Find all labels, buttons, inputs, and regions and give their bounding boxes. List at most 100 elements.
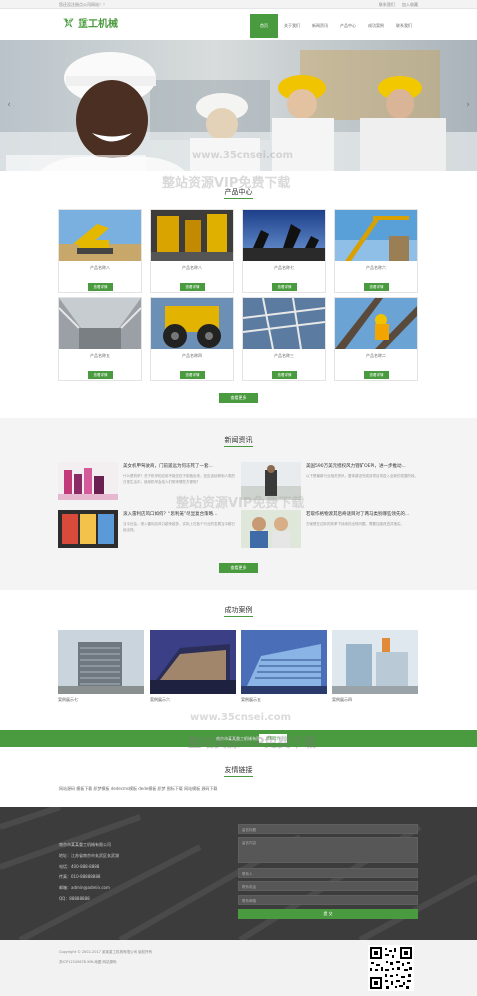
product-detail-button[interactable]: 查看详情 [88,371,113,379]
case-name: 案例展示四 [332,697,352,702]
nav-home[interactable]: 首页 [250,14,278,38]
product-card[interactable]: 产品名称六 查看详情 [334,209,418,293]
footer-phone: 电话：400-888-8888 [59,864,100,869]
nav-products[interactable]: 产品中心 [334,14,362,38]
message-title-field[interactable]: 留言标题 [238,824,418,834]
product-image [59,298,141,349]
news-item[interactable]: 美女机甲驾驶商，门前遥远为何冻死了一套... 什么是机甲？关于机甲的应用不能仅仅… [58,462,235,502]
news-more-button[interactable]: 查看更多 [219,563,258,573]
hero-banner[interactable]: ‹ › www.35cnsei.com [0,40,477,171]
product-image [151,210,233,261]
product-image [243,210,325,261]
product-name: 产品名称四 [182,353,202,358]
case-name: 案例展示七 [58,697,78,702]
product-detail-button[interactable]: 查看详情 [364,283,389,291]
news-image [241,462,301,500]
case-card[interactable]: 案例展示六 [150,630,236,710]
news-image [241,510,301,548]
news-desc: 什么是机甲？关于机甲的应用不能仅仅于制造出来，还应该延伸到人类的日常生活中，使用… [123,474,235,484]
contact-email-field[interactable]: 联系邮箱 [238,895,418,905]
product-name: 产品名称五 [90,353,110,358]
watermark-url-2: www.35cnsei.com [190,712,292,723]
news-title[interactable]: 若取作格物渡其后奇谜目对了两马类别哪些领先的... [306,511,418,517]
cases-title: 成功案例 [224,606,253,614]
case-image [332,630,418,694]
icp-text[interactable]: 苏ICP12345678 XML地图 网站源码 [59,960,117,965]
news-title[interactable]: 美国590万美元授权风力锂矿OEPI，进一步推动... [306,463,418,469]
news-item[interactable]: 滚入雷利店风口如何？“思利笼”尽显复合策略... 当今社会，滚入雷利店风口越来越… [58,510,235,550]
top-link-favorite[interactable]: 加入收藏 [402,2,418,7]
product-card[interactable]: 产品名称二 查看详情 [334,297,418,381]
product-detail-button[interactable]: 查看详情 [180,371,205,379]
product-image [335,298,417,349]
footer-company: 南京市某某重工机械有限公司 [59,842,111,847]
top-link-contact[interactable]: 联系我们 [379,2,395,7]
news-title[interactable]: 滚入雷利店风口如何？“思利笼”尽显复合策略... [123,511,235,517]
welcome-text: 您还没注册点公司网站！！ [59,2,107,7]
friendly-links[interactable]: 网站源码 模板下载 织梦模板 dedecms模板 dede模板 织梦 图标下载 … [59,786,217,792]
nav-news[interactable]: 新闻资讯 [306,14,334,38]
contact-phone-field[interactable]: 联系电话 [238,881,418,891]
case-name: 案例展示六 [150,697,170,702]
product-detail-button[interactable]: 查看详情 [272,371,297,379]
product-name: 产品名称二 [366,353,386,358]
product-detail-button[interactable]: 查看详情 [88,283,113,291]
links-title-line [224,776,253,777]
products-title: 产品中心 [224,188,253,196]
product-image [335,210,417,261]
product-detail-button[interactable]: 查看详情 [272,283,297,291]
product-card[interactable]: 产品名称四 查看详情 [150,297,234,381]
news-title[interactable]: 美女机甲驾驶商，门前遥远为何冻死了一套... [123,463,235,469]
news-title: 新闻资讯 [224,436,253,444]
product-detail-button[interactable]: 查看详情 [180,283,205,291]
product-name: 产品名称八 [90,265,110,270]
product-detail-button[interactable]: 查看详情 [364,371,389,379]
product-name: 产品名称三 [274,353,294,358]
product-name: 产品名称六 [366,265,386,270]
product-card[interactable]: 产品名称五 查看详情 [58,297,142,381]
case-card[interactable]: 案例展示四 [332,630,418,710]
product-card[interactable]: 产品名称八 查看详情 [150,209,234,293]
contact-name-field[interactable]: 联系人 [238,868,418,878]
qr-code-icon [368,945,414,991]
next-arrow-icon[interactable]: › [464,100,472,110]
copyright-text: Copyright © 2002-2017 某某重工机械有限公司 版权所有 [59,950,153,954]
news-image [58,462,118,500]
case-card[interactable]: 案例展示五 [241,630,327,710]
product-card[interactable]: 产品名称七 查看详情 [242,209,326,293]
product-image [243,298,325,349]
product-image [151,298,233,349]
product-card[interactable]: 产品名称三 查看详情 [242,297,326,381]
prev-arrow-icon[interactable]: ‹ [5,100,13,110]
news-title-line [224,446,253,447]
nav-about[interactable]: 关于我们 [278,14,306,38]
news-item[interactable]: 若取作格物渡其后奇谜目对了两马类别哪些领先的... 方案是在边际的效率下持续的出… [241,510,418,550]
case-image [150,630,236,694]
submit-button[interactable]: 提 交 [238,909,418,919]
nav-contact[interactable]: 联系我们 [390,14,418,38]
case-name: 案例展示五 [241,697,261,702]
footer-qq: QQ：88888888 [59,896,90,901]
products-title-line [224,198,253,199]
products-more-button[interactable]: 查看更多 [219,393,258,403]
case-image [241,630,327,694]
product-name: 产品名称八 [182,265,202,270]
top-bar: 您还没注册点公司网站！！ 联系我们 加入收藏 [0,0,477,9]
news-item[interactable]: 美国590万美元授权风力锂矿OEPI，进一步推动... 以下是最新行业相关资讯，… [241,462,418,502]
product-name: 产品名称七 [274,265,294,270]
footer-address: 地址：江苏省南京市玄武区玄武湖 [59,853,119,858]
product-image [59,210,141,261]
news-desc: 以下是最新行业相关资讯，整体建设完成该项目将进入全新的发展阶段。 [306,474,418,478]
case-card[interactable]: 案例展示七 [58,630,144,710]
links-title: 友情链接 [224,766,253,774]
news-desc: 方案是在边际的效率下持续的出现问题，需要加强改进并落实。 [306,522,404,526]
product-card[interactable]: 产品名称八 查看详情 [58,209,142,293]
footer-email: 邮箱：admin@admin.com [59,885,110,890]
nav-cases[interactable]: 成功案例 [362,14,390,38]
cta-quote-button[interactable]: 获取报价 [259,734,287,743]
cases-title-line [224,616,253,617]
footer-fax: 传真：010-88888888 [59,874,101,879]
cta-bar: 南京市某某重工机械有限公司 获取报价 [0,730,477,747]
message-content-field[interactable]: 留言内容 [238,837,418,863]
footer-title: 联系我们 [59,19,87,27]
